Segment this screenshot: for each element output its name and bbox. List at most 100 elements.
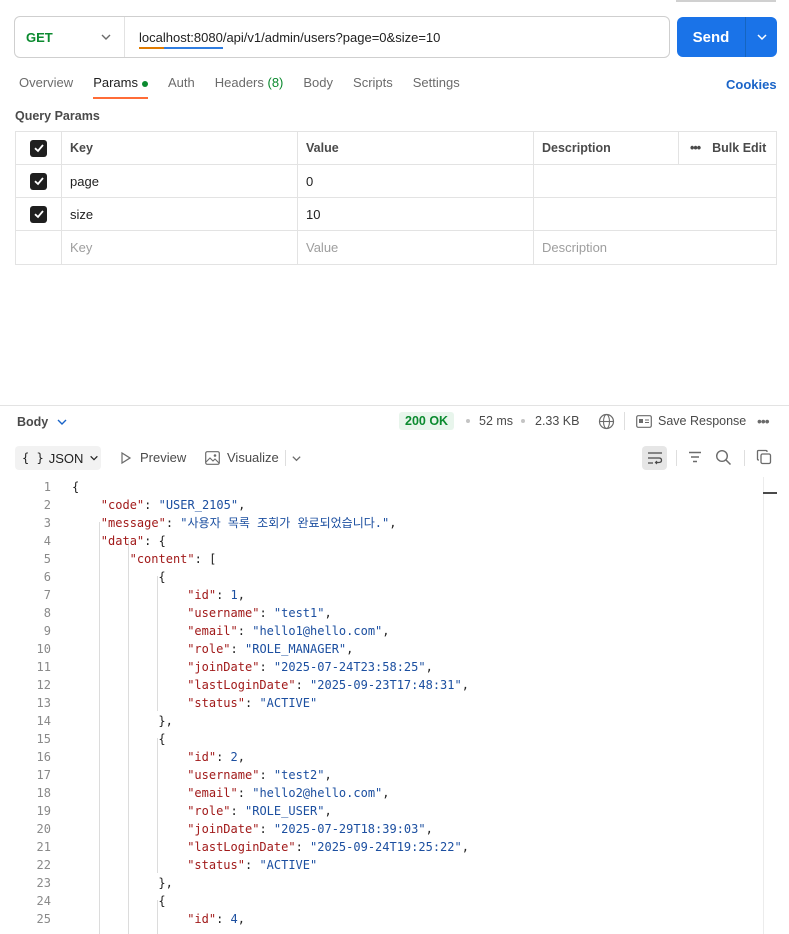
status-badge[interactable]: 200 OK [399,412,455,430]
json-punct: : [216,912,231,926]
tab-scripts[interactable]: Scripts [353,75,393,99]
toolbar-divider [676,450,677,466]
visualize-button[interactable]: Visualize [205,450,279,465]
param-checkbox[interactable] [30,205,47,223]
params-active-dot [141,80,148,87]
param-value-input[interactable]: 0 [298,165,534,197]
code-line: 8 "username": "test1", [0,604,760,622]
json-value: "ROLE_MANAGER" [245,642,347,656]
param-key-input[interactable]: page [62,165,298,197]
json-value: "USER_2105" [158,498,239,512]
code-text: "joinDate": "2025-07-24T23:58:25", [187,658,433,676]
image-icon [205,450,220,465]
method-select[interactable]: GET [15,17,125,57]
line-number: 21 [36,840,51,854]
tab-settings[interactable]: Settings [413,75,460,99]
filter-icon[interactable] [687,449,703,468]
response-body-label[interactable]: Body [17,415,48,429]
code-text: "id": 4, [187,910,245,928]
param-description-input[interactable] [534,165,776,197]
tab-headers[interactable]: Headers (8) [215,75,284,99]
code-line: 22 "status": "ACTIVE" [0,856,760,874]
json-punct: , [324,768,332,782]
json-punct: , [237,912,246,926]
new-param-checkbox-cell [16,231,62,264]
more-options-icon[interactable]: ••• [757,413,770,429]
json-punct: : [295,678,311,692]
chevron-down-icon[interactable] [56,416,68,431]
value-header: Value [298,132,534,164]
preview-label: Preview [140,450,187,465]
scroll-thumb[interactable] [763,492,777,494]
code-text: }, [158,874,172,892]
tab-body[interactable]: Body [303,75,333,99]
line-number: 3 [43,516,51,530]
tab-overview[interactable]: Overview [19,75,73,99]
line-number: 4 [43,534,51,548]
json-value: 4 [230,912,238,926]
json-value: "hello1@hello.com" [252,624,383,638]
copy-icon[interactable] [756,449,772,468]
json-key: "lastLoginDate" [187,840,296,854]
line-number: 9 [43,624,51,638]
chevron-down-icon[interactable] [291,452,302,467]
line-number: 7 [43,588,51,602]
json-punct: }, [158,876,173,890]
json-punct: : [216,588,231,602]
preview-button[interactable]: Preview [119,450,186,465]
save-response-button[interactable]: Save Response [658,414,746,428]
cookies-link[interactable]: Cookies [726,77,777,92]
send-options-button[interactable] [746,31,777,43]
tab-auth[interactable]: Auth [168,75,195,99]
format-select[interactable]: { } JSON [15,446,101,470]
code-text: }, [158,712,172,730]
visualize-label: Visualize [227,450,279,465]
new-param-value-input[interactable]: Value [298,231,534,264]
chevron-down-icon [100,31,112,46]
json-key: "joinDate" [187,822,260,836]
code-line: 11 "joinDate": "2025-07-24T23:58:25", [0,658,760,676]
table-header-row: Key Value Description ••• Bulk Edit [16,132,776,165]
play-icon [121,451,132,464]
line-number: 5 [43,552,51,566]
json-punct: : [259,660,274,674]
url-input[interactable]: localhost:8080/api/v1/admin/users?page=0… [139,30,440,49]
url-highlight [139,46,223,49]
line-number: 8 [43,606,51,620]
new-param-key-input[interactable]: Key [62,231,298,264]
wrap-lines-button[interactable] [642,446,667,470]
line-number: 16 [36,750,51,764]
json-punct: : [ [194,552,217,566]
param-description-input[interactable] [534,198,776,230]
code-line: 15 { [0,730,760,748]
response-time[interactable]: 52 ms [479,414,513,428]
json-value: 1 [230,588,238,602]
json-value: "2025-09-23T17:48:31" [310,678,462,692]
line-number: 14 [36,714,51,728]
response-divider[interactable] [0,405,789,406]
select-all-checkbox[interactable] [30,139,47,157]
response-body-editor[interactable]: 1{2 "code": "USER_2105", 3 "message": "사용자 … [0,477,789,934]
globe-icon[interactable] [598,413,615,433]
json-punct: : [237,786,253,800]
code-line: 23}, [0,874,760,892]
tab-params[interactable]: Params [93,75,148,99]
line-number: 6 [43,570,51,584]
response-size[interactable]: 2.33 KB [535,414,579,428]
param-checkbox[interactable] [30,172,47,190]
json-punct: : { [144,534,166,548]
search-icon[interactable] [715,449,732,469]
param-key-input[interactable]: size [62,198,298,230]
code-text: "status": "ACTIVE" [187,856,317,874]
send-button[interactable]: Send [677,17,777,57]
save-response-icon[interactable] [636,415,652,431]
bulk-edit-button[interactable]: ••• Bulk Edit [679,132,776,164]
code-line: 3 "message": "사용자 목록 조회가 완료되었습니다.", [0,514,760,532]
new-param-description-input[interactable]: Description [534,231,776,264]
code-line: 9 "email": "hello1@hello.com", [0,622,760,640]
json-value: "test1" [273,606,325,620]
editor-scrollbar[interactable] [763,477,777,934]
param-value-input[interactable]: 10 [298,198,534,230]
json-punct: : [259,606,274,620]
request-tabs: Overview Params Auth Headers (8) Body Sc… [19,75,480,99]
